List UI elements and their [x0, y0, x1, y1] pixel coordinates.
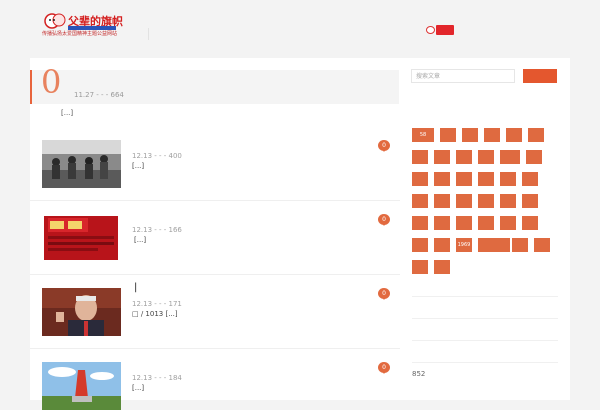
- site-logo[interactable]: 父辈的旗帜 传播弘扬太爱国精神主题公益网站: [42, 13, 123, 39]
- post-meta: 12.13 - - - 171: [132, 300, 182, 308]
- logo-tagline: 传播弘扬太爱国精神主题公益网站: [42, 31, 118, 37]
- post-thumbnail[interactable]: [42, 362, 121, 410]
- post-excerpt[interactable]: □ / 1013 [...]: [132, 310, 178, 318]
- comment-count-badge[interactable]: 0: [378, 214, 390, 226]
- content-panel: 0 11.27 - - - 664 [...] 12.13 - - - 400 …: [30, 58, 570, 410]
- weibo-badge: [436, 25, 454, 35]
- widget-divider: [412, 318, 558, 319]
- tag-link[interactable]: [478, 194, 494, 208]
- tag-link[interactable]: 1969: [456, 238, 472, 252]
- tag-link[interactable]: [534, 238, 550, 252]
- tag-link[interactable]: [522, 216, 538, 230]
- post-meta: 12.13 - - - 166: [132, 226, 182, 234]
- post-thumbnail[interactable]: [42, 214, 121, 262]
- post-thumbnail[interactable]: [42, 140, 121, 188]
- mascot-icon: [44, 13, 66, 29]
- tag-link[interactable]: [434, 238, 450, 252]
- tag-link[interactable]: [522, 194, 538, 208]
- tag-link[interactable]: [412, 150, 428, 164]
- divider: [30, 200, 400, 201]
- tag-link[interactable]: [434, 216, 450, 230]
- site-header: 父辈的旗帜 传播弘扬太爱国精神主题公益网站: [0, 0, 600, 52]
- widget-divider: [412, 296, 558, 297]
- tag-link[interactable]: [500, 150, 520, 164]
- post-thumbnail[interactable]: [42, 288, 121, 336]
- comment-count-badge[interactable]: 0: [378, 362, 390, 374]
- tag-link[interactable]: [412, 172, 428, 186]
- header-divider: [148, 28, 149, 40]
- tag-link[interactable]: [528, 128, 544, 142]
- post-title[interactable]: |: [134, 282, 137, 293]
- tag-link[interactable]: [456, 216, 472, 230]
- post-excerpt[interactable]: [...]: [134, 236, 146, 244]
- featured-comment-count: 0: [41, 63, 62, 101]
- tag-link[interactable]: [440, 128, 456, 142]
- tag-cloud: 58 1969: [412, 128, 562, 274]
- weibo-link[interactable]: [426, 25, 454, 35]
- post-meta: 12.13 - - - 184: [132, 374, 182, 382]
- tag-link[interactable]: [412, 238, 428, 252]
- comment-count-badge[interactable]: 0: [378, 288, 390, 300]
- tag-link[interactable]: [434, 172, 450, 186]
- tag-link[interactable]: [412, 216, 428, 230]
- tag-link[interactable]: [478, 150, 494, 164]
- tag-link[interactable]: [526, 150, 542, 164]
- tag-link[interactable]: [500, 194, 516, 208]
- tag-link[interactable]: [462, 128, 478, 142]
- tag-link[interactable]: [456, 150, 472, 164]
- tag-link[interactable]: [500, 216, 516, 230]
- tag-link[interactable]: [434, 260, 450, 274]
- tag-link[interactable]: [456, 172, 472, 186]
- post-meta: 12.13 - - - 400: [132, 152, 182, 160]
- tag-link[interactable]: [412, 194, 428, 208]
- search-input[interactable]: [411, 69, 515, 83]
- comment-count-badge[interactable]: 0: [378, 140, 390, 152]
- search-button[interactable]: [523, 69, 557, 83]
- widget-divider: [412, 362, 558, 363]
- tag-link[interactable]: [434, 194, 450, 208]
- weibo-icon: [426, 26, 435, 34]
- divider: [30, 348, 400, 349]
- tag-link[interactable]: [456, 194, 472, 208]
- visitor-count: 852: [412, 370, 426, 378]
- tag-link[interactable]: [478, 172, 494, 186]
- tag-link[interactable]: [512, 238, 528, 252]
- tag-link[interactable]: [506, 128, 522, 142]
- tag-link[interactable]: [500, 172, 516, 186]
- tag-link[interactable]: [412, 260, 428, 274]
- post-excerpt[interactable]: [...]: [132, 384, 144, 392]
- widget-divider: [412, 340, 558, 341]
- post-excerpt[interactable]: [...]: [132, 162, 144, 170]
- featured-accent: [30, 70, 32, 104]
- tag-link[interactable]: [434, 150, 450, 164]
- featured-excerpt[interactable]: [...]: [61, 109, 73, 117]
- divider: [30, 274, 400, 275]
- tag-link[interactable]: [484, 128, 500, 142]
- tag-link[interactable]: [478, 216, 494, 230]
- featured-meta: 11.27 - - - 664: [74, 91, 124, 99]
- tag-link[interactable]: 58: [412, 128, 434, 142]
- tag-link[interactable]: [522, 172, 538, 186]
- tag-link[interactable]: [478, 238, 510, 252]
